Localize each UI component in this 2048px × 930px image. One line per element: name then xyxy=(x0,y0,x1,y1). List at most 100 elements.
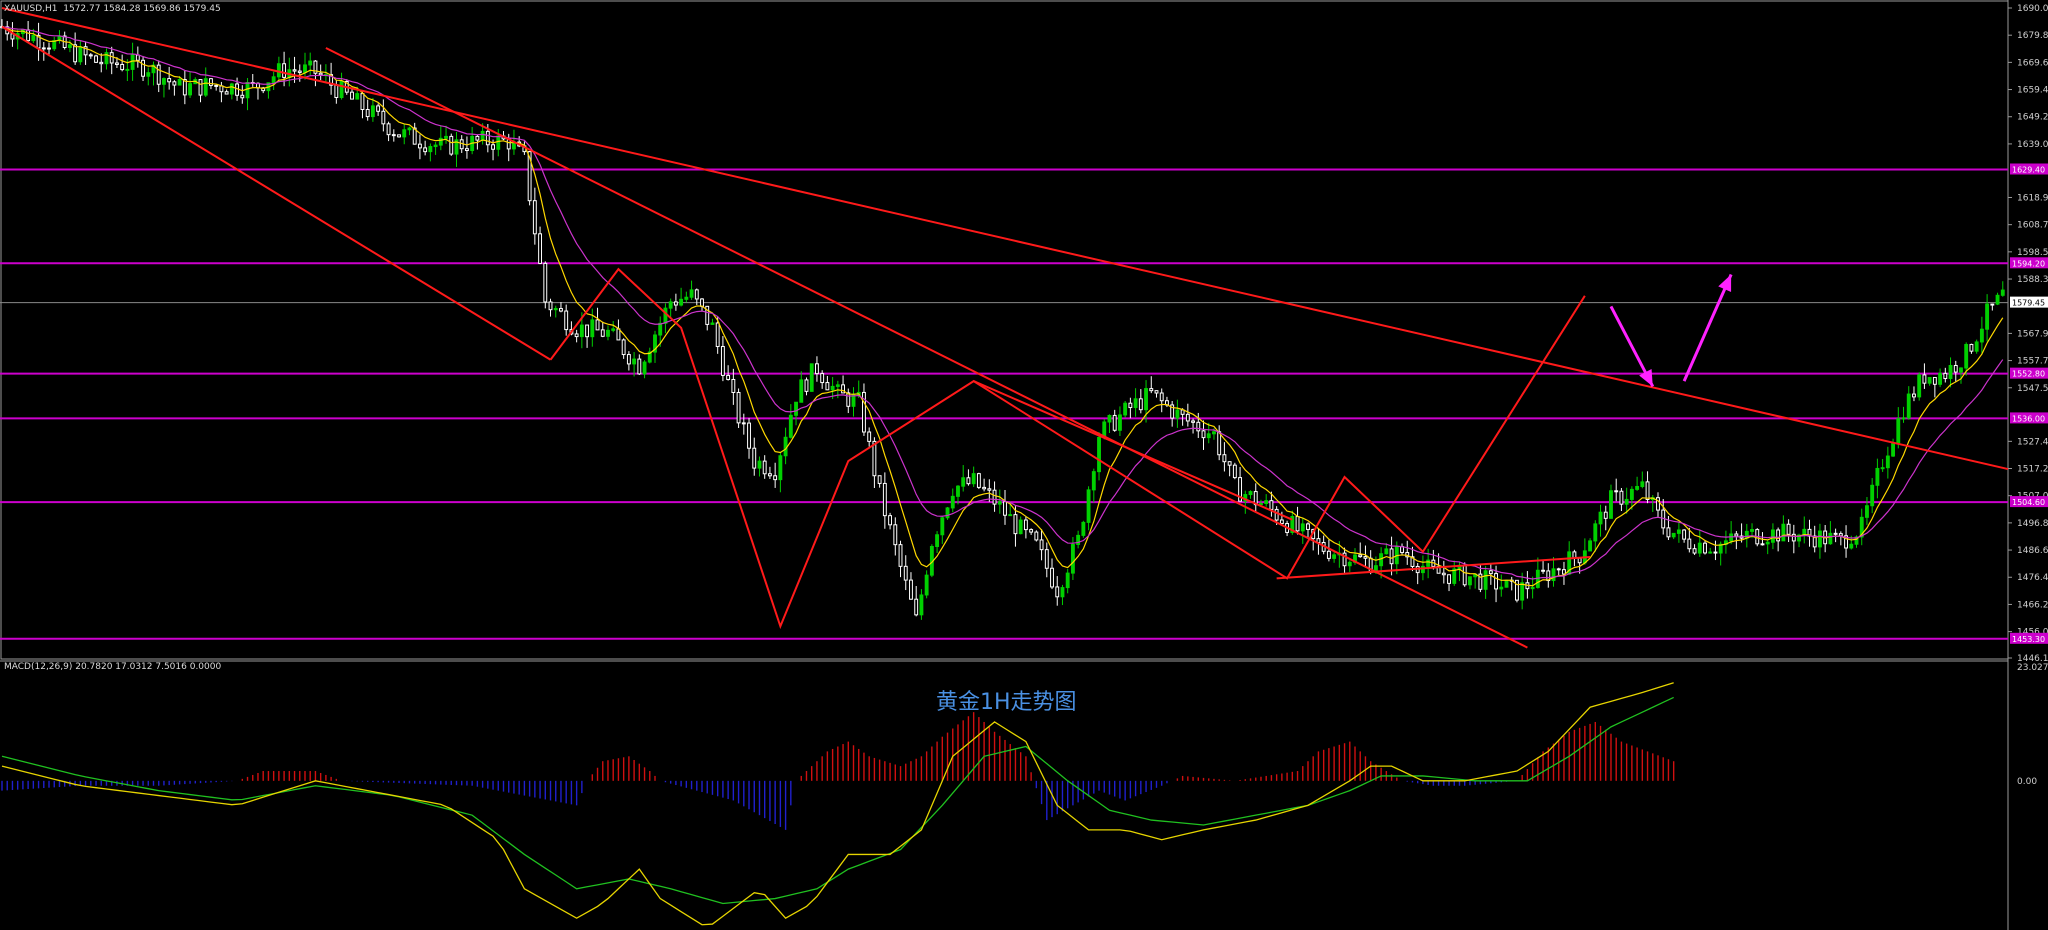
candle-body xyxy=(747,422,751,449)
trendline xyxy=(325,47,1528,649)
candle-body xyxy=(485,130,490,146)
symbol-label: XAUUSD,H1 xyxy=(4,4,58,14)
candle-body xyxy=(815,363,819,375)
candle-body xyxy=(1609,490,1613,519)
candle-body xyxy=(1248,491,1253,496)
candle-body xyxy=(491,144,495,150)
candle-body xyxy=(809,363,814,392)
candle-body xyxy=(444,135,448,139)
level-price-tag-label: 1504.60 xyxy=(2012,498,2045,507)
candle-body xyxy=(303,64,307,73)
candle-body xyxy=(579,324,584,338)
candle-body xyxy=(177,79,182,86)
candle-body xyxy=(1948,364,1953,380)
candle-body xyxy=(198,79,203,96)
candle-body xyxy=(41,47,46,50)
candle-body xyxy=(47,47,51,50)
candle-body xyxy=(1494,573,1498,590)
candle-body xyxy=(245,82,250,99)
candle-body xyxy=(778,455,783,481)
candle-body xyxy=(162,78,166,85)
candle-body xyxy=(1269,500,1274,510)
candle-body xyxy=(909,579,913,600)
candle-body xyxy=(1734,533,1739,537)
candle-body xyxy=(1765,541,1770,545)
candle-body xyxy=(1791,533,1796,542)
candle-body xyxy=(626,354,631,365)
candle-body xyxy=(1447,574,1451,584)
macd-main-line xyxy=(1,682,1674,926)
candle-body xyxy=(1656,497,1660,511)
candle-body xyxy=(381,110,386,125)
candle-body xyxy=(773,475,778,481)
candle-body xyxy=(1896,418,1901,444)
candle-body xyxy=(882,482,887,517)
candle-body xyxy=(475,135,480,141)
candle-body xyxy=(616,328,621,341)
price-tick-label: 1547.50 xyxy=(2017,384,2048,394)
forecast-arrow-shaft xyxy=(1682,273,1733,382)
candle-body xyxy=(464,148,469,152)
candle-body xyxy=(1598,511,1603,525)
price-tick-label: 1649.20 xyxy=(2017,113,2048,123)
candle-body xyxy=(1943,372,1948,380)
price-tick-label: 1517.20 xyxy=(2017,465,2048,475)
candle-body xyxy=(1833,532,1838,535)
candle-body xyxy=(1206,433,1211,439)
candle-body xyxy=(407,127,412,131)
candle-body xyxy=(689,289,694,298)
candle-body xyxy=(1212,431,1216,435)
candle-body xyxy=(1384,548,1389,555)
candle-body xyxy=(1097,436,1101,473)
candle-body xyxy=(935,534,940,547)
candle-body xyxy=(673,301,678,306)
candle-body xyxy=(726,374,731,380)
candle-body xyxy=(1964,343,1969,369)
candle-body xyxy=(1462,564,1467,586)
candle-body xyxy=(1849,543,1854,549)
candle-body xyxy=(1379,553,1384,567)
candle-body xyxy=(1818,530,1822,548)
candle-body xyxy=(31,34,36,42)
candle-body xyxy=(543,262,548,303)
candle-body xyxy=(438,137,443,146)
candle-body xyxy=(114,62,119,65)
candle-body xyxy=(188,83,192,96)
candle-body xyxy=(982,486,987,490)
candle-body xyxy=(757,460,762,469)
candle-body xyxy=(1645,481,1650,501)
candle-body xyxy=(203,78,208,96)
candle-body xyxy=(423,147,428,153)
candle-body xyxy=(1050,567,1054,588)
candle-body xyxy=(214,84,219,87)
candle-body xyxy=(1426,559,1431,567)
candle-body xyxy=(1917,374,1922,398)
candle-body xyxy=(339,80,344,99)
candle-body xyxy=(799,379,804,403)
candle-body xyxy=(1530,586,1535,590)
candle-body xyxy=(350,91,354,100)
candle-body xyxy=(1081,521,1086,536)
candle-body xyxy=(992,489,997,505)
candle-body xyxy=(553,308,558,311)
candle-body xyxy=(496,135,501,150)
candle-body xyxy=(1891,442,1896,457)
candle-body xyxy=(240,94,245,99)
candle-body xyxy=(1593,523,1598,542)
candle-body xyxy=(1692,548,1697,554)
candle-body xyxy=(1697,542,1702,554)
candle-body xyxy=(888,515,893,526)
candle-body xyxy=(1614,490,1619,493)
candle-body xyxy=(99,61,104,65)
candle-body xyxy=(428,146,433,153)
candle-body xyxy=(1065,572,1070,589)
candle-body xyxy=(548,301,553,311)
candle-body xyxy=(621,339,626,356)
candle-body xyxy=(1029,529,1034,533)
candle-body xyxy=(156,64,161,85)
price-chart[interactable]: 1690.00 1679.80 1669.60 1659.40 1649.20 1639.… xyxy=(0,0,2048,930)
trendline xyxy=(973,380,1293,521)
candle-body xyxy=(1687,538,1692,550)
candle-body xyxy=(1922,374,1927,384)
candle-body xyxy=(1619,490,1624,505)
